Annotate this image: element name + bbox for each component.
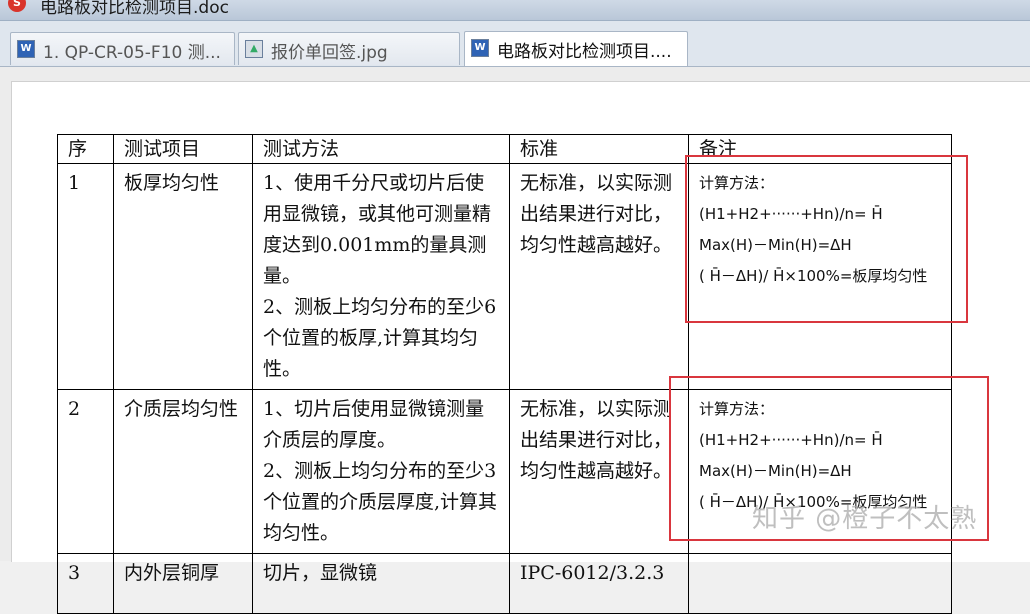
- header-cell: 标准: [509, 134, 689, 164]
- test-item: 介质层均匀性: [113, 389, 253, 554]
- method-step: 2、测板上均匀分布的至少3个位置的介质层厚度,计算其均匀性。: [263, 460, 498, 544]
- wps-icon: S: [8, 0, 26, 12]
- image-file-icon: ▲: [245, 40, 263, 58]
- method-step: 1、切片后使用显微镜测量介质层的厚度。: [263, 398, 485, 451]
- table-row: 3 内外层铜厚 切片，显微镜 IPC-6012/3.2.3: [57, 553, 952, 614]
- word-doc-icon: W: [471, 39, 489, 57]
- header-cell: 测试项目: [113, 134, 253, 164]
- test-standard: 无标准，以实际测出结果进行对比，均匀性越高越好。: [509, 389, 689, 554]
- tab-quote-image[interactable]: ▲ 报价单回签.jpg: [238, 32, 460, 65]
- test-method: 1、使用千分尺或切片后使用显微镜，或其他可测量精度达到0.001mm的量具测量。…: [252, 163, 510, 390]
- tab-qp-cr-document[interactable]: W 1. QP-CR-05-F10 测...: [10, 32, 235, 65]
- document-tab-bar: W 1. QP-CR-05-F10 测... ▲ 报价单回签.jpg W 电路板…: [0, 21, 1030, 67]
- tab-label: 电路板对比检测项目....: [497, 42, 672, 62]
- test-note: [688, 553, 952, 614]
- method-step: 2、测板上均匀分布的至少6个位置的板厚,计算其均匀性。: [263, 296, 497, 380]
- test-method: 1、切片后使用显微镜测量介质层的厚度。 2、测板上均匀分布的至少3个位置的介质层…: [252, 389, 510, 554]
- row-number: 2: [57, 389, 114, 554]
- window-titlebar: S 电路板对比检测项目.doc: [0, 0, 1030, 21]
- zhihu-watermark: 知乎 @橙子不太熟: [752, 504, 978, 534]
- header-cell: 测试方法: [252, 134, 510, 164]
- highlight-box: [685, 155, 968, 323]
- window-title: 电路板对比检测项目.doc: [40, 0, 229, 18]
- test-item: 内外层铜厚: [113, 553, 253, 614]
- row-number: 3: [57, 553, 114, 614]
- tab-label: 报价单回签.jpg: [271, 43, 388, 63]
- test-method: 切片，显微镜: [252, 553, 510, 614]
- word-doc-icon: W: [17, 40, 35, 58]
- method-step: 1、使用千分尺或切片后使用显微镜，或其他可测量精度达到0.001mm的量具测量。: [263, 172, 492, 287]
- tab-label: 1. QP-CR-05-F10 测...: [43, 43, 221, 63]
- tab-pcb-test-items[interactable]: W 电路板对比检测项目....: [464, 31, 688, 66]
- test-standard: 无标准，以实际测出结果进行对比，均匀性越高越好。: [509, 163, 689, 390]
- test-item: 板厚均匀性: [113, 163, 253, 390]
- row-number: 1: [57, 163, 114, 390]
- header-cell: 序: [57, 134, 114, 164]
- test-standard: IPC-6012/3.2.3: [509, 553, 689, 614]
